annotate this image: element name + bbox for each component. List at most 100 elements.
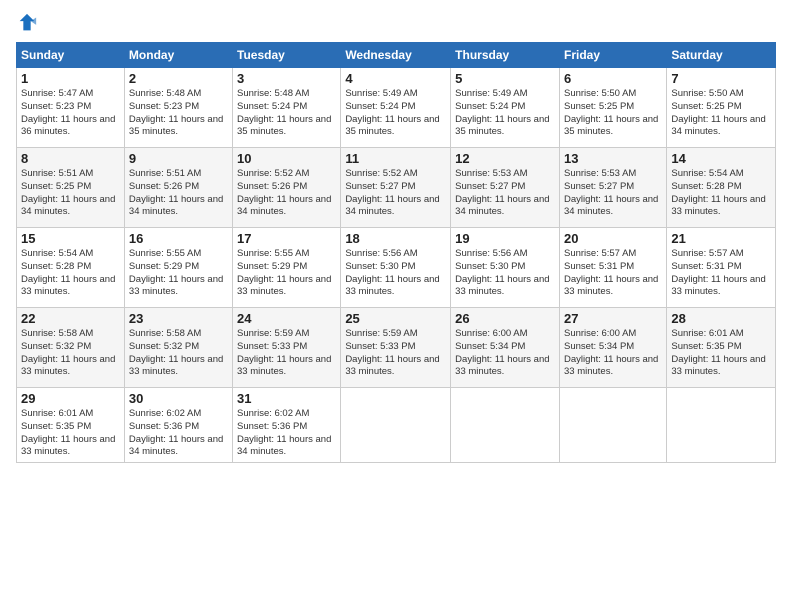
daylight-label: Daylight: 11 hours and 33 minutes.: [455, 274, 549, 298]
weekday-header-friday: Friday: [559, 43, 666, 68]
sunset-label: Sunset: 5:31 PM: [564, 261, 634, 272]
day-number: 17: [237, 231, 336, 246]
day-number: 19: [455, 231, 555, 246]
calendar-cell: 28 Sunrise: 6:01 AM Sunset: 5:35 PM Dayl…: [667, 308, 776, 388]
calendar-table: SundayMondayTuesdayWednesdayThursdayFrid…: [16, 42, 776, 463]
sunrise-label: Sunrise: 6:00 AM: [564, 328, 636, 339]
sunset-label: Sunset: 5:34 PM: [564, 341, 634, 352]
sunset-label: Sunset: 5:26 PM: [129, 181, 199, 192]
sunrise-label: Sunrise: 5:47 AM: [21, 88, 93, 99]
sunset-label: Sunset: 5:29 PM: [129, 261, 199, 272]
sunrise-label: Sunrise: 6:00 AM: [455, 328, 527, 339]
day-number: 13: [564, 151, 662, 166]
calendar-cell: 4 Sunrise: 5:49 AM Sunset: 5:24 PM Dayli…: [341, 68, 451, 148]
day-info: Sunrise: 5:48 AM Sunset: 5:23 PM Dayligh…: [129, 88, 228, 139]
sunset-label: Sunset: 5:29 PM: [237, 261, 307, 272]
daylight-label: Daylight: 11 hours and 34 minutes.: [564, 194, 658, 218]
calendar-cell: 27 Sunrise: 6:00 AM Sunset: 5:34 PM Dayl…: [559, 308, 666, 388]
day-info: Sunrise: 5:53 AM Sunset: 5:27 PM Dayligh…: [564, 168, 662, 219]
calendar-cell: [559, 388, 666, 463]
sunrise-label: Sunrise: 5:59 AM: [237, 328, 309, 339]
day-info: Sunrise: 5:59 AM Sunset: 5:33 PM Dayligh…: [237, 328, 336, 379]
day-number: 9: [129, 151, 228, 166]
week-row-5: 29 Sunrise: 6:01 AM Sunset: 5:35 PM Dayl…: [17, 388, 776, 463]
daylight-label: Daylight: 11 hours and 33 minutes.: [345, 354, 439, 378]
weekday-header-monday: Monday: [124, 43, 232, 68]
sunset-label: Sunset: 5:24 PM: [345, 101, 415, 112]
day-number: 12: [455, 151, 555, 166]
calendar-cell: 7 Sunrise: 5:50 AM Sunset: 5:25 PM Dayli…: [667, 68, 776, 148]
day-number: 7: [671, 71, 771, 86]
day-info: Sunrise: 5:53 AM Sunset: 5:27 PM Dayligh…: [455, 168, 555, 219]
sunset-label: Sunset: 5:25 PM: [564, 101, 634, 112]
calendar-cell: 25 Sunrise: 5:59 AM Sunset: 5:33 PM Dayl…: [341, 308, 451, 388]
sunset-label: Sunset: 5:27 PM: [345, 181, 415, 192]
calendar-cell: 6 Sunrise: 5:50 AM Sunset: 5:25 PM Dayli…: [559, 68, 666, 148]
daylight-label: Daylight: 11 hours and 35 minutes.: [455, 114, 549, 138]
day-number: 21: [671, 231, 771, 246]
daylight-label: Daylight: 11 hours and 35 minutes.: [237, 114, 331, 138]
day-number: 31: [237, 391, 336, 406]
daylight-label: Daylight: 11 hours and 35 minutes.: [345, 114, 439, 138]
calendar-cell: 18 Sunrise: 5:56 AM Sunset: 5:30 PM Dayl…: [341, 228, 451, 308]
day-info: Sunrise: 6:00 AM Sunset: 5:34 PM Dayligh…: [564, 328, 662, 379]
week-row-1: 1 Sunrise: 5:47 AM Sunset: 5:23 PM Dayli…: [17, 68, 776, 148]
header: [16, 12, 776, 34]
sunrise-label: Sunrise: 6:01 AM: [21, 408, 93, 419]
daylight-label: Daylight: 11 hours and 33 minutes.: [564, 354, 658, 378]
day-number: 18: [345, 231, 446, 246]
calendar-cell: 22 Sunrise: 5:58 AM Sunset: 5:32 PM Dayl…: [17, 308, 125, 388]
sunrise-label: Sunrise: 5:49 AM: [345, 88, 417, 99]
daylight-label: Daylight: 11 hours and 34 minutes.: [237, 434, 331, 458]
weekday-header-row: SundayMondayTuesdayWednesdayThursdayFrid…: [17, 43, 776, 68]
week-row-2: 8 Sunrise: 5:51 AM Sunset: 5:25 PM Dayli…: [17, 148, 776, 228]
logo-text: [16, 12, 40, 34]
calendar-cell: 1 Sunrise: 5:47 AM Sunset: 5:23 PM Dayli…: [17, 68, 125, 148]
calendar-cell: 12 Sunrise: 5:53 AM Sunset: 5:27 PM Dayl…: [451, 148, 560, 228]
sunset-label: Sunset: 5:36 PM: [237, 421, 307, 432]
calendar-cell: 8 Sunrise: 5:51 AM Sunset: 5:25 PM Dayli…: [17, 148, 125, 228]
sunrise-label: Sunrise: 5:54 AM: [21, 248, 93, 259]
day-info: Sunrise: 5:54 AM Sunset: 5:28 PM Dayligh…: [671, 168, 771, 219]
calendar-cell: 26 Sunrise: 6:00 AM Sunset: 5:34 PM Dayl…: [451, 308, 560, 388]
calendar-cell: 9 Sunrise: 5:51 AM Sunset: 5:26 PM Dayli…: [124, 148, 232, 228]
sunset-label: Sunset: 5:34 PM: [455, 341, 525, 352]
sunrise-label: Sunrise: 5:51 AM: [129, 168, 201, 179]
sunset-label: Sunset: 5:23 PM: [21, 101, 91, 112]
sunset-label: Sunset: 5:30 PM: [455, 261, 525, 272]
calendar-cell: 5 Sunrise: 5:49 AM Sunset: 5:24 PM Dayli…: [451, 68, 560, 148]
day-info: Sunrise: 5:59 AM Sunset: 5:33 PM Dayligh…: [345, 328, 446, 379]
day-number: 27: [564, 311, 662, 326]
daylight-label: Daylight: 11 hours and 33 minutes.: [237, 274, 331, 298]
day-number: 2: [129, 71, 228, 86]
sunset-label: Sunset: 5:35 PM: [21, 421, 91, 432]
day-number: 30: [129, 391, 228, 406]
sunrise-label: Sunrise: 5:58 AM: [129, 328, 201, 339]
day-info: Sunrise: 6:01 AM Sunset: 5:35 PM Dayligh…: [671, 328, 771, 379]
day-number: 22: [21, 311, 120, 326]
sunset-label: Sunset: 5:35 PM: [671, 341, 741, 352]
calendar-cell: 23 Sunrise: 5:58 AM Sunset: 5:32 PM Dayl…: [124, 308, 232, 388]
logo: [16, 12, 40, 34]
daylight-label: Daylight: 11 hours and 33 minutes.: [129, 354, 223, 378]
day-number: 11: [345, 151, 446, 166]
daylight-label: Daylight: 11 hours and 35 minutes.: [564, 114, 658, 138]
day-info: Sunrise: 6:01 AM Sunset: 5:35 PM Dayligh…: [21, 408, 120, 459]
weekday-header-tuesday: Tuesday: [233, 43, 341, 68]
daylight-label: Daylight: 11 hours and 34 minutes.: [21, 194, 115, 218]
daylight-label: Daylight: 11 hours and 33 minutes.: [671, 354, 765, 378]
daylight-label: Daylight: 11 hours and 34 minutes.: [129, 434, 223, 458]
day-number: 24: [237, 311, 336, 326]
week-row-4: 22 Sunrise: 5:58 AM Sunset: 5:32 PM Dayl…: [17, 308, 776, 388]
calendar-cell: 21 Sunrise: 5:57 AM Sunset: 5:31 PM Dayl…: [667, 228, 776, 308]
sunset-label: Sunset: 5:23 PM: [129, 101, 199, 112]
weekday-header-sunday: Sunday: [17, 43, 125, 68]
sunrise-label: Sunrise: 5:50 AM: [564, 88, 636, 99]
day-info: Sunrise: 5:47 AM Sunset: 5:23 PM Dayligh…: [21, 88, 120, 139]
sunset-label: Sunset: 5:24 PM: [455, 101, 525, 112]
day-info: Sunrise: 6:02 AM Sunset: 5:36 PM Dayligh…: [237, 408, 336, 459]
day-number: 3: [237, 71, 336, 86]
sunrise-label: Sunrise: 5:55 AM: [237, 248, 309, 259]
day-info: Sunrise: 5:52 AM Sunset: 5:26 PM Dayligh…: [237, 168, 336, 219]
daylight-label: Daylight: 11 hours and 33 minutes.: [21, 274, 115, 298]
